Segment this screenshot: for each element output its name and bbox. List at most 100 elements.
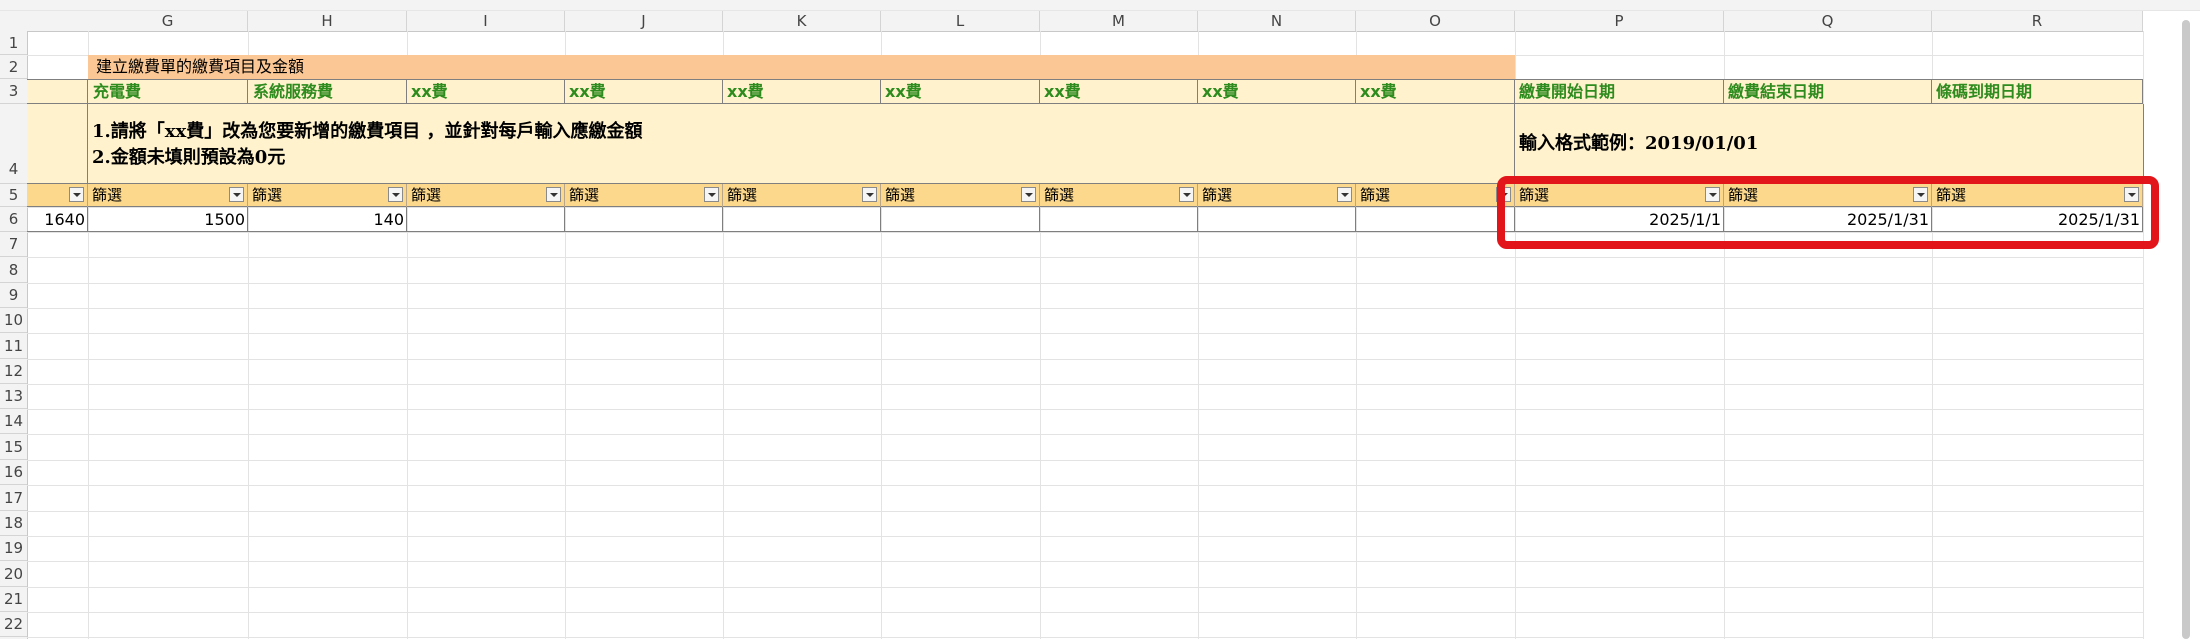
gridline	[27, 384, 2143, 385]
row-header-22[interactable]: 22	[0, 612, 27, 637]
gridline	[27, 434, 2143, 435]
gridline	[27, 308, 2143, 309]
cell-r6-value: 2025/1/31	[2057, 210, 2140, 229]
filter-dropdown-icon[interactable]	[2124, 187, 2139, 202]
row-header-21[interactable]: 21	[0, 587, 27, 612]
header-label-fee: xx費	[727, 82, 764, 101]
filter-label: 篩選	[727, 186, 758, 204]
gridline	[27, 561, 2143, 562]
filter-cell[interactable]: 篩選	[565, 184, 723, 207]
instructions-cell-f[interactable]	[27, 104, 88, 184]
vertical-scrollbar[interactable]	[2182, 20, 2190, 639]
filter-cell[interactable]: 篩選	[723, 184, 881, 207]
filter-dropdown-icon[interactable]	[69, 187, 84, 202]
row-header-11[interactable]: 11	[0, 333, 27, 359]
column-header-q[interactable]: Q	[1724, 11, 1932, 31]
gridline	[27, 359, 2143, 360]
cell-p6-value: 2025/1/1	[1649, 210, 1721, 229]
header-label-fee: xx費	[885, 82, 922, 101]
row-header-5[interactable]: 5	[0, 184, 27, 207]
column-header-r[interactable]: R	[1932, 11, 2143, 31]
filter-dropdown-icon[interactable]	[1705, 187, 1720, 202]
row-header-19[interactable]: 19	[0, 536, 27, 561]
filter-cell[interactable]: 篩選	[1356, 184, 1515, 207]
filter-dropdown-icon[interactable]	[388, 187, 403, 202]
filter-dropdown-icon[interactable]	[1021, 187, 1036, 202]
data-cell[interactable]	[1040, 207, 1198, 232]
header-cell-f[interactable]	[27, 79, 88, 104]
filter-cell[interactable]: 篩選	[881, 184, 1040, 207]
filter-cell-f[interactable]	[27, 184, 88, 207]
row-header-2[interactable]: 2	[0, 55, 27, 79]
filter-cell[interactable]: 篩選	[1515, 184, 1724, 207]
column-header-g[interactable]: G	[88, 11, 248, 31]
filter-label: 篩選	[92, 186, 123, 204]
row-header-8[interactable]: 8	[0, 257, 27, 283]
filter-label: 篩選	[252, 186, 283, 204]
filter-dropdown-icon[interactable]	[1913, 187, 1928, 202]
row-header-16[interactable]: 16	[0, 460, 27, 485]
gridline	[27, 536, 2143, 537]
filter-dropdown-icon[interactable]	[862, 187, 877, 202]
column-header-o[interactable]: O	[1356, 11, 1515, 31]
row-header-13[interactable]: 13	[0, 384, 27, 409]
filter-dropdown-icon[interactable]	[1496, 187, 1511, 202]
data-cell[interactable]	[723, 207, 881, 232]
row-header-9[interactable]: 9	[0, 283, 27, 308]
row-header-18[interactable]: 18	[0, 511, 27, 536]
filter-dropdown-icon[interactable]	[704, 187, 719, 202]
header-label-payment-end-date: 繳費結束日期	[1728, 82, 1825, 101]
row-header-6[interactable]: 6	[0, 207, 27, 232]
row-header-7[interactable]: 7	[0, 232, 27, 257]
data-cell[interactable]	[565, 207, 723, 232]
row-header-14[interactable]: 14	[0, 409, 27, 434]
row-header-17[interactable]: 17	[0, 485, 27, 511]
column-header-k[interactable]: K	[723, 11, 881, 31]
data-cell[interactable]	[407, 207, 565, 232]
column-header-i[interactable]: I	[407, 11, 565, 31]
column-header-j[interactable]: J	[565, 11, 723, 31]
row-header-20[interactable]: 20	[0, 561, 27, 587]
filter-dropdown-icon[interactable]	[1179, 187, 1194, 202]
instructions-border	[2143, 104, 2144, 184]
column-header-p[interactable]: P	[1515, 11, 1724, 31]
filter-dropdown-icon[interactable]	[229, 187, 244, 202]
filter-cell[interactable]: 篩選	[407, 184, 565, 207]
filter-cell[interactable]: 篩選	[1198, 184, 1356, 207]
row-header-3[interactable]: 3	[0, 79, 27, 104]
gridline	[27, 612, 2143, 613]
row-header-10[interactable]: 10	[0, 308, 27, 333]
gridline	[27, 485, 2143, 486]
filter-cell[interactable]: 篩選	[88, 184, 248, 207]
column-header-h[interactable]: H	[248, 11, 407, 31]
row-header-15[interactable]: 15	[0, 434, 27, 460]
header-label-payment-start-date: 繳費開始日期	[1519, 82, 1616, 101]
filter-label: 篩選	[411, 186, 442, 204]
toolbar-strip	[0, 0, 2200, 11]
header-label-fee: xx費	[1202, 82, 1239, 101]
header-label-charging-fee: 充電費	[93, 82, 142, 101]
gridline	[27, 409, 2143, 410]
row-header-4[interactable]: 4	[0, 104, 27, 184]
filter-cell[interactable]: 篩選	[1932, 184, 2143, 207]
cell-g6-value: 1500	[204, 210, 245, 229]
date-format-hint: 輸入格式範例：2019/01/01	[1519, 133, 1759, 154]
data-cell[interactable]	[1356, 207, 1515, 232]
filter-cell[interactable]: 篩選	[1040, 184, 1198, 207]
column-header-l[interactable]: L	[881, 11, 1040, 31]
filter-dropdown-icon[interactable]	[546, 187, 561, 202]
column-header-n[interactable]: N	[1198, 11, 1356, 31]
filter-label: 篩選	[885, 186, 916, 204]
filter-dropdown-icon[interactable]	[1337, 187, 1352, 202]
data-cell[interactable]	[881, 207, 1040, 232]
filter-cell[interactable]: 篩選	[248, 184, 407, 207]
row-header-12[interactable]: 12	[0, 359, 27, 384]
gridline	[27, 637, 2143, 638]
filter-label: 篩選	[569, 186, 600, 204]
data-cell[interactable]	[1198, 207, 1356, 232]
filter-cell[interactable]: 篩選	[1724, 184, 1932, 207]
header-label-fee: xx費	[569, 82, 606, 101]
column-header-m[interactable]: M	[1040, 11, 1198, 31]
gridline	[27, 333, 2143, 334]
row-header-1[interactable]: 1	[0, 31, 27, 55]
